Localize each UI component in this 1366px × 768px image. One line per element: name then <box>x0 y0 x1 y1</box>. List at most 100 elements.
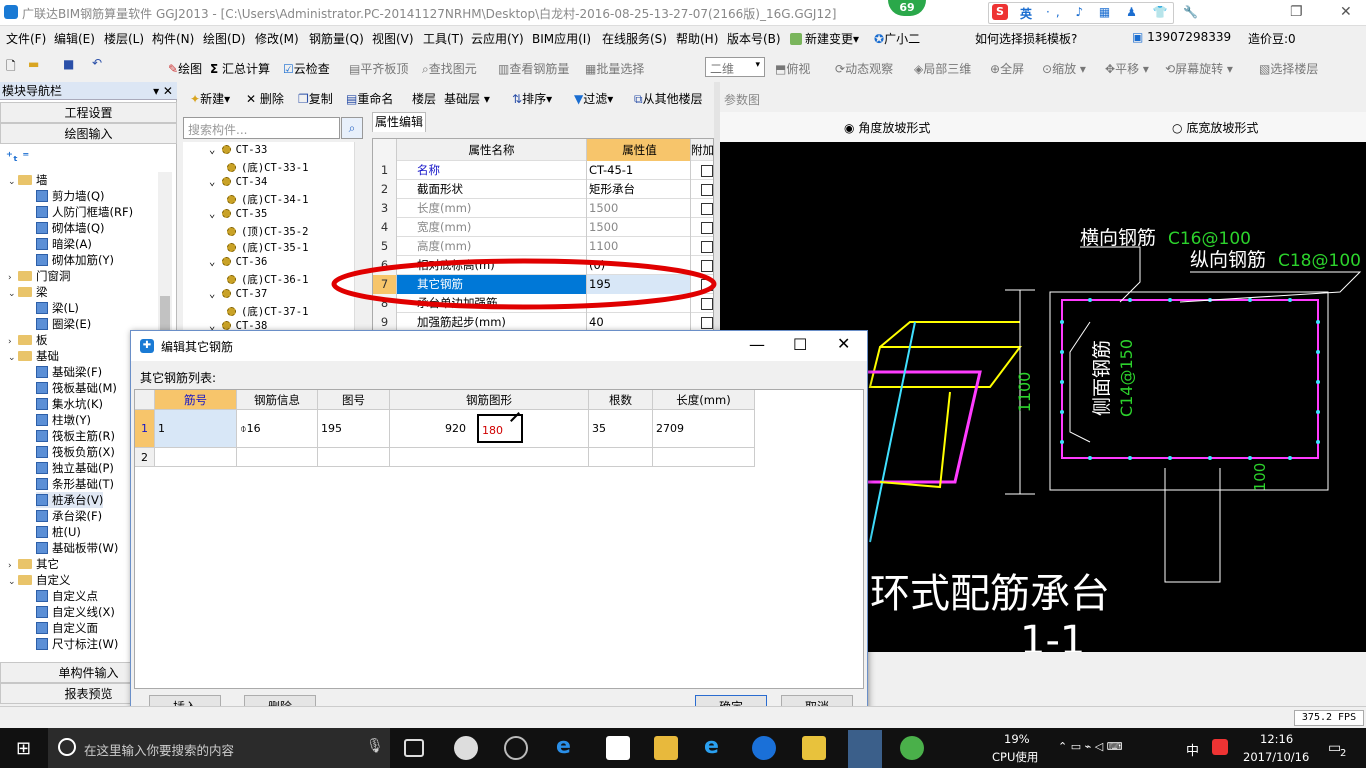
grid-header-shape[interactable]: 钢筋图形 <box>390 390 589 410</box>
component-tree-item[interactable]: (底)CT-37-1 <box>227 304 308 319</box>
nav-tree-item[interactable]: 砌体墙(Q) <box>36 220 105 236</box>
project-settings-button[interactable]: 工程设置 <box>0 102 177 123</box>
nav-tree-item[interactable]: 筏板主筋(R) <box>36 428 115 444</box>
property-extra-checkbox[interactable] <box>701 222 713 234</box>
component-tree-item[interactable]: ⌄ CT-33 <box>209 144 267 156</box>
nav-tree-item[interactable]: 尺寸标注(W) <box>36 636 118 652</box>
menu-draw[interactable]: 绘图(D) <box>203 30 246 47</box>
undo-icon[interactable]: ↶ <box>92 56 102 70</box>
nav-tree-item[interactable]: 桩(U) <box>36 524 81 540</box>
grid-cell-length[interactable]: 2709 <box>653 410 755 448</box>
grid-cell-fig[interactable]: 195 <box>318 410 390 448</box>
menu-file[interactable]: 文件(F) <box>6 30 46 47</box>
windows-start-icon[interactable]: ⊞ <box>16 738 31 759</box>
folder-icon[interactable] <box>654 736 678 760</box>
delete-component-button[interactable]: ✕ 删除 <box>246 90 284 107</box>
local-3d-button[interactable]: ◈局部三维 <box>914 60 971 77</box>
price-beans[interactable]: 造价豆:0 <box>1248 30 1296 47</box>
nav-tree-item[interactable]: 暗梁(A) <box>36 236 92 252</box>
rotate-button[interactable]: ⟲屏幕旋转 ▾ <box>1165 60 1233 77</box>
close-icon[interactable]: ✕ <box>1340 4 1352 20</box>
radio-bottom-width[interactable]: ○ 底宽放坡形式 <box>1172 119 1258 136</box>
nav-tree-item[interactable]: 桩承台(V) <box>36 492 104 508</box>
store-icon[interactable] <box>606 736 630 760</box>
expand-collapse-icon[interactable]: ⁺ₜ ⁼ <box>6 150 29 165</box>
chevron-down-icon[interactable]: ⌄ <box>209 144 222 156</box>
new-component-button[interactable]: ✦新建▾ <box>190 90 230 107</box>
glodon-icon[interactable] <box>752 736 776 760</box>
menu-bim[interactable]: BIM应用(I) <box>532 30 591 47</box>
nav-tree-item[interactable]: 圈梁(E) <box>36 316 91 332</box>
help-link[interactable]: 如何选择损耗模板? <box>975 30 1077 47</box>
grid-row-index[interactable]: 2 <box>135 448 155 467</box>
find-element-button[interactable]: ⌕查找图元 <box>422 60 477 77</box>
grid-header-info[interactable]: 钢筋信息 <box>237 390 318 410</box>
edge-icon[interactable]: e <box>556 736 580 760</box>
menu-version[interactable]: 版本号(B) <box>727 30 781 47</box>
dynamic-view-button[interactable]: ⟳动态观察 <box>835 60 893 77</box>
property-row[interactable]: 2 截面形状 矩形承台 <box>373 180 713 199</box>
spiral-app-icon[interactable] <box>504 736 528 760</box>
grid-cell-count[interactable]: 35 <box>589 410 653 448</box>
rename-button[interactable]: ▤重命名 <box>346 90 393 107</box>
grid-cell-shape[interactable]: 920 180 <box>390 410 589 448</box>
grid-cell-id[interactable]: 1 <box>155 410 237 448</box>
nav-tree-item[interactable]: › 板 <box>8 332 48 348</box>
close-icon[interactable]: ✕ <box>837 334 850 353</box>
nav-tree-item[interactable]: 筏板负筋(X) <box>36 444 115 460</box>
pan-button[interactable]: ✥平移 ▾ <box>1105 60 1149 77</box>
component-tree-item[interactable]: (底)CT-35-1 <box>227 240 308 255</box>
component-tree-item[interactable]: ⌄ CT-35 <box>209 208 267 220</box>
cloud-check-button[interactable]: ☑云检查 <box>283 60 330 77</box>
sort-button[interactable]: ⇅排序▾ <box>512 90 552 107</box>
grid-cell-info[interactable]: ⌽16 <box>237 410 318 448</box>
chevron-down-icon[interactable]: ⌄ <box>8 286 18 302</box>
chevron-down-icon[interactable]: ⌄ <box>209 288 222 300</box>
chevron-down-icon[interactable]: ⌄ <box>8 350 18 366</box>
ie-icon[interactable]: e <box>704 736 728 760</box>
chevron-down-icon[interactable]: ⌄ <box>209 176 222 188</box>
nav-tree-item[interactable]: 承台梁(F) <box>36 508 102 524</box>
grid-cell-fig[interactable] <box>318 448 390 467</box>
radio-angle-slope[interactable]: ◉ 角度放坡形式 <box>844 119 930 136</box>
property-row[interactable]: 5 高度(mm) 1100 <box>373 237 713 256</box>
grid-header-count[interactable]: 根数 <box>589 390 653 410</box>
sum-calc-button[interactable]: Σ 汇总计算 <box>210 60 270 77</box>
copy-from-floor-button[interactable]: ⧉从其他楼层 <box>634 90 703 107</box>
nav-tree-item[interactable]: 梁(L) <box>36 300 79 316</box>
ggj-active-app-icon[interactable] <box>848 730 882 768</box>
menu-tools[interactable]: 工具(T) <box>423 30 464 47</box>
fan-app-icon[interactable] <box>454 736 478 760</box>
user-account[interactable]: ▣ 13907298339 <box>1132 30 1231 44</box>
taskbar-search-input[interactable]: 在这里输入你要搜索的内容 <box>48 728 390 768</box>
nav-tree-item[interactable]: 集水坑(K) <box>36 396 103 412</box>
nav-tree-item[interactable]: 筏板基础(M) <box>36 380 117 396</box>
nav-tree-item[interactable]: 条形基础(T) <box>36 476 114 492</box>
ime-tools-icon[interactable]: ·, ♪ ▦ ♟ 👕 🔧 <box>1046 5 1204 19</box>
nav-tree-item[interactable]: 自定义点 <box>36 588 98 604</box>
component-tree-item[interactable]: (底)CT-36-1 <box>227 272 308 287</box>
grid-cell-count[interactable] <box>589 448 653 467</box>
component-tree-item[interactable]: ⌄ CT-34 <box>209 176 267 188</box>
view-rebar-button[interactable]: ▥查看钢筋量 <box>498 60 569 77</box>
open-file-icon[interactable]: ▬ <box>28 57 39 71</box>
draw-button[interactable]: ✎绘图 <box>168 60 202 77</box>
property-extra-checkbox[interactable] <box>701 203 713 215</box>
grid-cell-length[interactable] <box>653 448 755 467</box>
menu-edit[interactable]: 编辑(E) <box>54 30 95 47</box>
chevron-down-icon[interactable]: ⌄ <box>8 174 18 190</box>
ime-language[interactable]: 英 <box>1020 5 1032 22</box>
menu-cloud[interactable]: 云应用(Y) <box>471 30 524 47</box>
property-value[interactable]: 1100 <box>587 237 691 256</box>
filter-button[interactable]: ▼过滤▾ <box>574 90 613 107</box>
maximize-icon[interactable]: ☐ <box>793 335 807 354</box>
top-view-button[interactable]: ⬒俯视 <box>775 60 810 77</box>
nav-tree-item[interactable]: ⌄ 自定义 <box>8 572 71 588</box>
new-file-icon[interactable]: 🗋 <box>6 57 16 78</box>
property-row[interactable]: 1 名称 CT-45-1 <box>373 161 713 180</box>
nav-tree-item[interactable]: 独立基础(P) <box>36 460 114 476</box>
chevron-down-icon[interactable]: ⌄ <box>8 574 18 590</box>
grid-header-fig[interactable]: 图号 <box>318 390 390 410</box>
menu-view[interactable]: 视图(V) <box>372 30 414 47</box>
view-mode-select[interactable]: 二维 ▾ <box>705 57 765 77</box>
